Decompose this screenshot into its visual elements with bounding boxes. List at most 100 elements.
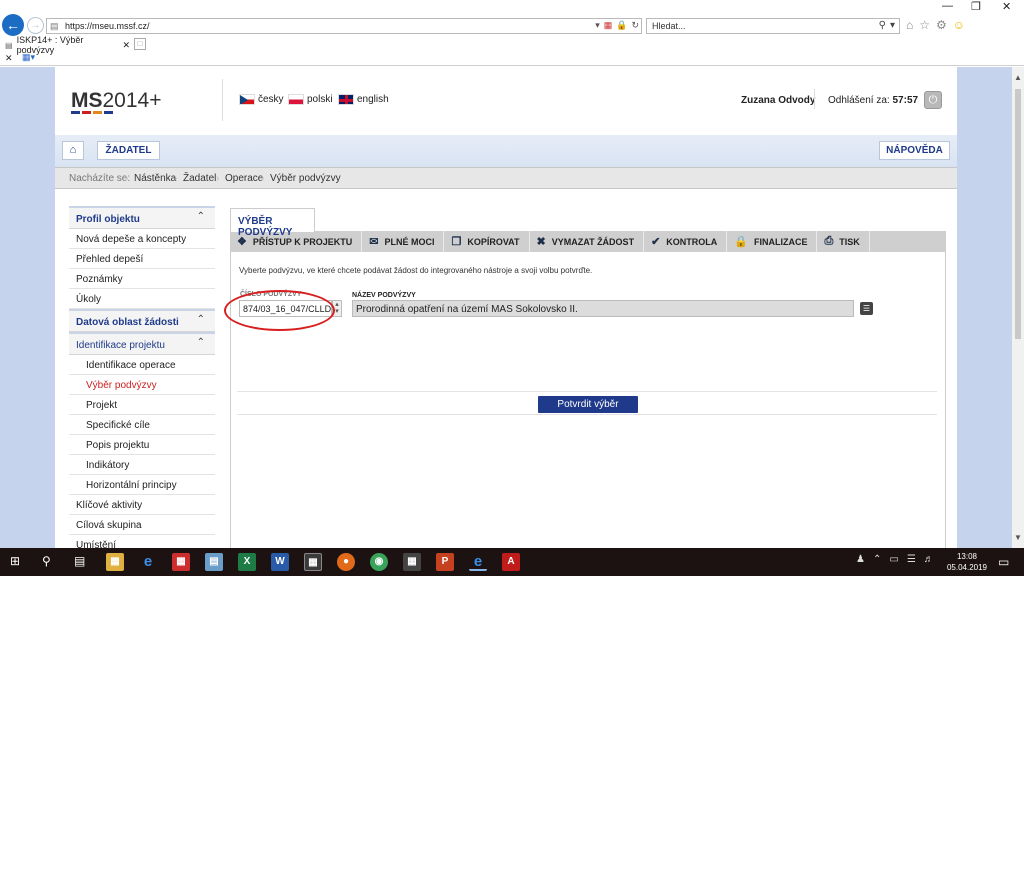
back-arrow-icon[interactable]: ← (2, 14, 24, 36)
chrome-icon[interactable]: ◉ (370, 553, 388, 571)
home-button[interactable]: ⌂ (62, 141, 84, 160)
sidebar-subitem[interactable]: Identifikace operace (69, 355, 215, 375)
chevron-up-icon[interactable]: ⌃ (197, 337, 205, 348)
chevron-up-tray-icon[interactable]: ⌃ (873, 554, 881, 565)
dropdown-icon[interactable]: ▾ (595, 20, 600, 31)
ie-icon[interactable]: e (469, 553, 487, 571)
power-icon[interactable]: ⏻ (924, 91, 942, 109)
excel-icon[interactable]: X (238, 553, 256, 571)
lang-polish[interactable]: polski (288, 94, 333, 105)
breadcrumb-item[interactable]: Žadatel (183, 173, 216, 184)
sidebar-item[interactable]: Přehled depeší (69, 249, 215, 269)
sidebar-item[interactable]: Úkoly (69, 289, 215, 309)
kontrola-button[interactable]: ✔ KONTROLA (644, 231, 728, 252)
app-icon[interactable]: ▤ (205, 553, 223, 571)
smiley-icon[interactable]: ☺ (953, 18, 965, 32)
acrobat-icon[interactable]: A (502, 553, 520, 571)
speaker-icon[interactable]: ♬ (924, 554, 934, 565)
tisk-button[interactable]: ⎙ TISK (817, 231, 870, 252)
name-label: NÁZEV PODVÝZVY (352, 292, 416, 299)
compat-icon[interactable]: ▦▾ (22, 52, 35, 63)
sidebar-subitem[interactable]: Horizontální principy (69, 475, 215, 495)
search-box[interactable]: Hledat... ⚲ ▾ (646, 18, 900, 34)
gift-icon[interactable]: ▦ (172, 553, 190, 571)
powerpoint-icon[interactable]: P (436, 553, 454, 571)
search-icon[interactable]: ⚲ (879, 20, 886, 31)
word-icon[interactable]: W (271, 553, 289, 571)
sidebar-section-datova[interactable]: Datová oblast žádosti ⌃ (69, 309, 215, 332)
scroll-thumb[interactable] (1015, 89, 1021, 339)
page-viewport: MS2014+ česky polski english Zuzana Odvo… (0, 67, 1012, 548)
notification-icon[interactable]: ▭ (998, 555, 1009, 569)
lang-english[interactable]: english (338, 94, 389, 105)
lang-czech[interactable]: česky (239, 94, 284, 105)
calculator-icon[interactable]: ▦ (403, 553, 421, 571)
breadcrumb-item[interactable]: Nástěnka (134, 173, 176, 184)
sidebar-subitem[interactable]: Popis projektu (69, 435, 215, 455)
scroll-up-icon[interactable]: ▲ (1014, 73, 1022, 82)
refresh-icon[interactable]: ↻ (631, 20, 639, 31)
logo-underline (71, 111, 113, 114)
breadcrumb-label: Nacházíte se: (69, 173, 131, 184)
logout-timer: Odhlášení za: 57:57 (828, 95, 919, 106)
envelope-icon: ✉ (369, 236, 379, 248)
taskbar: ⊞ ⚲ ▤ ▦ e ▦ ▤ X W ▦ ● ◉ ▦ P e A ♟ ⌃ ▭ ☰ … (0, 548, 1024, 576)
tab-close-icon[interactable]: ✕ (122, 40, 130, 51)
tab-vyber-podvyzvy[interactable]: VÝBĚR PODVÝZVY (230, 208, 315, 238)
finalizace-button[interactable]: 🔒 FINALIZACE (727, 231, 818, 252)
sidebar-item[interactable]: Umístění (69, 535, 215, 548)
clock[interactable]: 13:08 05.04.2019 (943, 551, 991, 573)
sidebar-subitem-active[interactable]: Výběr podvýzvy (69, 375, 215, 395)
settings-gear-icon[interactable]: ⚙ (936, 18, 947, 32)
zadatel-button[interactable]: ŽADATEL (97, 141, 160, 160)
sidebar-section-identifikace[interactable]: Identifikace projektu ⌃ (69, 332, 215, 355)
lock-icon[interactable]: 🔒 (616, 20, 627, 31)
list-select-icon[interactable]: ☰ (860, 302, 873, 315)
confirm-button[interactable]: Potvrdit výběr (538, 396, 638, 413)
czech-flag-icon (239, 94, 255, 105)
page-scrollbar[interactable]: ▲ ▼ (1012, 67, 1024, 548)
ms2014-logo[interactable]: MS2014+ (71, 89, 161, 113)
store-icon[interactable]: ▦ (304, 553, 322, 571)
wifi-icon[interactable]: ☰ (907, 554, 916, 565)
chevron-up-icon[interactable]: ⌃ (197, 211, 205, 222)
search-dropdown-icon[interactable]: ▾ (890, 20, 895, 31)
close-bar-icon[interactable]: ✕ (5, 53, 13, 64)
sidebar-subitem[interactable]: Specifické cíle (69, 415, 215, 435)
sidebar-item[interactable]: Poznámky (69, 269, 215, 289)
people-tray-icon[interactable]: ♟ (856, 554, 865, 565)
new-tab-icon[interactable]: □ (134, 38, 146, 50)
polish-flag-icon (288, 94, 304, 105)
kopirovat-button[interactable]: ❐ KOPÍROVAT (444, 231, 530, 252)
sidebar-item[interactable]: Cílová skupina (69, 515, 215, 535)
minimize-icon[interactable]: — (942, 0, 953, 12)
plne-moci-button[interactable]: ✉ PLNÉ MOCI (362, 231, 445, 252)
form-content: Vyberte podvýzvu, ve které chcete podáva… (230, 252, 946, 548)
chevron-up-icon[interactable]: ⌃ (197, 314, 205, 325)
vymazat-button[interactable]: ✖ VYMAZAT ŽÁDOST (530, 231, 645, 252)
windows-start-icon[interactable]: ⊞ (10, 554, 20, 568)
sidebar-section-profil[interactable]: Profil objektu ⌃ (69, 206, 215, 229)
sidebar-subitem[interactable]: Indikátory (69, 455, 215, 475)
sidebar-item[interactable]: Nová depeše a koncepty (69, 229, 215, 249)
address-bar-row: ← → ▤ https://mseu.mssf.cz/ ▾ ▦ 🔒 ↻ Hled… (0, 12, 1024, 38)
tab-favicon-icon: ▤ (5, 40, 13, 50)
firefox-icon[interactable]: ● (337, 553, 355, 571)
browser-tab[interactable]: ▤ ISKP14+ : Výběr podvýzvy ✕ (2, 35, 130, 55)
sidebar-subitem[interactable]: Projekt (69, 395, 215, 415)
favorites-icon[interactable]: ☆ (919, 18, 930, 32)
napoveda-button[interactable]: NÁPOVĚDA (879, 141, 950, 160)
breadcrumb-item[interactable]: Operace (225, 173, 263, 184)
sidebar-item[interactable]: Klíčové aktivity (69, 495, 215, 515)
forward-arrow-icon[interactable]: → (27, 17, 44, 34)
search-taskbar-icon[interactable]: ⚲ (42, 554, 51, 568)
edge-icon[interactable]: e (139, 553, 157, 571)
battery-icon[interactable]: ▭ (889, 554, 898, 565)
task-view-icon[interactable]: ▤ (74, 554, 85, 568)
home-icon[interactable]: ⌂ (906, 18, 913, 32)
user-name[interactable]: Zuzana Odvody (741, 95, 815, 106)
file-explorer-icon[interactable]: ▦ (106, 553, 124, 571)
screen: — ❐ ✕ ← → ▤ https://mseu.mssf.cz/ ▾ ▦ 🔒 … (0, 0, 1024, 576)
scroll-down-icon[interactable]: ▼ (1014, 533, 1022, 542)
address-bar[interactable]: ▤ https://mseu.mssf.cz/ ▾ ▦ 🔒 ↻ (46, 18, 642, 34)
